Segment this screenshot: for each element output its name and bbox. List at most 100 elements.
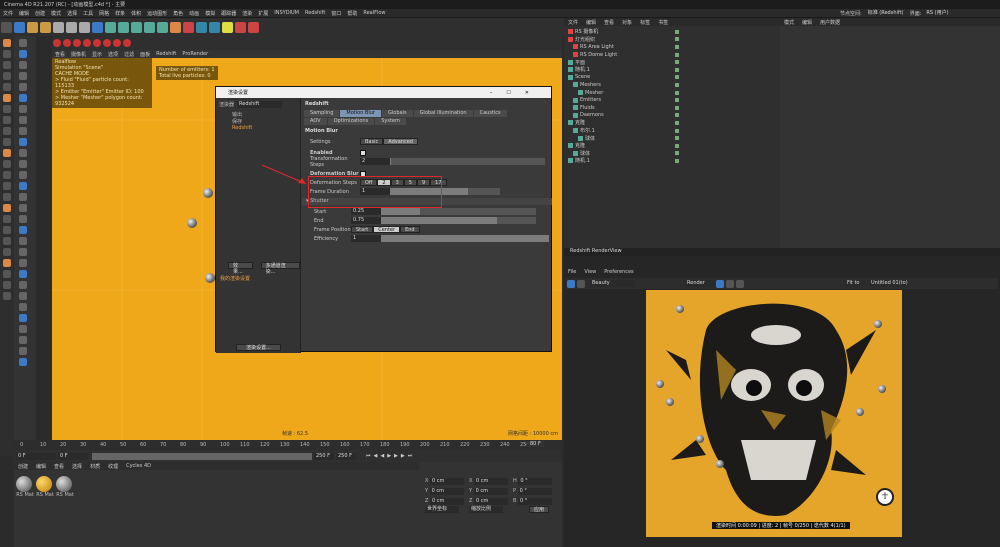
tool-icon[interactable] <box>19 193 27 201</box>
material-menu-item[interactable]: 纹理 <box>108 463 118 470</box>
attribute-menu-item[interactable]: 编辑 <box>802 19 812 26</box>
menu-item[interactable]: 渲染 <box>242 10 252 17</box>
advanced-button[interactable]: Advanced <box>383 138 418 145</box>
visibility-toggle[interactable] <box>675 67 679 72</box>
menu-item[interactable]: RealFlow <box>363 10 385 16</box>
mode-icon[interactable] <box>3 39 11 47</box>
menu-item[interactable]: 创建 <box>35 10 45 17</box>
renderview-menu-item[interactable]: File <box>568 269 576 275</box>
object-row[interactable]: 布尔.1 <box>564 127 780 135</box>
shutter-end-slider[interactable] <box>381 217 536 224</box>
refresh-icon[interactable] <box>577 279 585 288</box>
toolbar-tool-icon[interactable] <box>27 21 38 33</box>
object-row[interactable]: 平面 <box>564 58 780 66</box>
efficiency-slider[interactable] <box>381 235 549 242</box>
toolbar-tool-icon[interactable] <box>196 21 207 33</box>
shutter-end-field[interactable]: 0.75 <box>351 217 381 224</box>
mode-icon[interactable] <box>3 116 11 124</box>
tool-icon[interactable] <box>19 303 27 311</box>
rot-p-field[interactable]: 0 ° <box>517 488 552 495</box>
menu-item[interactable]: 工具 <box>83 10 93 17</box>
pos-z-field[interactable]: 0 cm <box>430 498 465 505</box>
mode-icon[interactable] <box>3 204 11 212</box>
toolbar-tool-icon[interactable] <box>144 21 155 33</box>
mode-icon[interactable] <box>3 182 11 190</box>
preset-item[interactable]: 我的渲染设置 <box>220 275 250 282</box>
mode-icon[interactable] <box>3 270 11 278</box>
frame-position-option[interactable]: Start <box>351 226 374 233</box>
enabled-checkbox[interactable] <box>360 149 366 156</box>
toolbar-tool-icon[interactable] <box>118 21 129 33</box>
object-menu-item[interactable]: 标签 <box>640 19 650 26</box>
start-frame-field[interactable]: 0 F <box>16 452 56 460</box>
mode-icon[interactable] <box>3 50 11 58</box>
material-swatch[interactable]: RS Mat <box>16 476 34 498</box>
object-menu-item[interactable]: 文件 <box>568 19 578 26</box>
rot-h-field[interactable]: 0 ° <box>518 478 553 485</box>
shutter-start-slider[interactable] <box>381 208 536 215</box>
mode-icon[interactable] <box>3 160 11 168</box>
tab-globals[interactable]: Globals <box>382 110 413 117</box>
size-y-field[interactable]: 0 cm <box>473 488 508 495</box>
visibility-toggle[interactable] <box>675 136 679 141</box>
lock-icon[interactable] <box>736 279 744 288</box>
toolbar-tool-icon[interactable] <box>248 21 259 33</box>
mode-icon[interactable] <box>3 138 11 146</box>
toolbar-tool-icon[interactable] <box>235 21 246 33</box>
menu-item[interactable]: 扩展 <box>258 10 268 17</box>
material-menu-item[interactable]: 材质 <box>90 463 100 470</box>
zoom-dropdown[interactable]: Fit to <box>845 280 865 287</box>
viewport-menu-item[interactable]: Redshift <box>156 51 176 57</box>
attribute-menu-item[interactable]: 模式 <box>784 19 794 26</box>
tool-icon[interactable] <box>19 325 27 333</box>
toolbar-tool-icon[interactable] <box>209 21 220 33</box>
menu-item[interactable]: 样条 <box>115 10 125 17</box>
render-tool-icon[interactable] <box>83 39 91 47</box>
size-x-field[interactable]: 0 cm <box>474 478 509 485</box>
tool-icon[interactable] <box>19 149 27 157</box>
tool-icon[interactable] <box>19 39 27 47</box>
shutter-start-field[interactable]: 0.25 <box>351 208 381 215</box>
mode-icon[interactable] <box>3 226 11 234</box>
tool-icon[interactable] <box>19 204 27 212</box>
tool-icon[interactable] <box>19 215 27 223</box>
window-controls[interactable]: –☐✕ <box>490 90 543 96</box>
visibility-toggle[interactable] <box>675 29 679 34</box>
visibility-toggle[interactable] <box>675 158 679 163</box>
mode-icon[interactable] <box>3 127 11 135</box>
viewport-menu-item[interactable]: 过滤 <box>124 51 134 58</box>
tool-icon[interactable] <box>19 270 27 278</box>
material-swatch[interactable]: RS Mat <box>56 476 74 498</box>
menu-item[interactable]: 网格 <box>99 10 109 17</box>
mode-icon[interactable] <box>3 72 11 80</box>
mode-icon[interactable] <box>3 105 11 113</box>
visibility-toggle[interactable] <box>675 44 679 49</box>
preview-range-slider[interactable] <box>92 452 312 460</box>
efficiency-field[interactable]: 1 <box>351 235 381 242</box>
tab-sampling[interactable]: Sampling <box>304 110 340 117</box>
toolbar-tool-icon[interactable] <box>1 21 12 33</box>
frame-position-option[interactable]: Center <box>373 226 401 233</box>
material-menu-item[interactable]: 查看 <box>54 463 64 470</box>
size-mode-dropdown[interactable]: 缩放比例 <box>469 506 503 513</box>
visibility-toggle[interactable] <box>675 98 679 103</box>
timeline-ruler[interactable]: 0 10 20 30 40 50 60 70 80 90 100 110 120 130 140 150 160… <box>14 440 562 450</box>
menu-item[interactable]: 窗口 <box>331 10 341 17</box>
material-swatch[interactable]: RS Mat <box>36 476 54 498</box>
viewport-menu-item[interactable]: 面板 <box>140 51 150 58</box>
mode-icon[interactable] <box>3 237 11 245</box>
viewport-menu-item[interactable]: 摄像机 <box>71 51 86 58</box>
object-row[interactable]: RS 摄像机 <box>564 28 780 36</box>
tool-icon[interactable] <box>19 105 27 113</box>
mode-icon[interactable] <box>3 61 11 69</box>
viewport-menu-item[interactable]: 显示 <box>92 51 102 58</box>
object-menu-item[interactable]: 书签 <box>658 19 668 26</box>
object-row[interactable]: Daemons <box>564 112 780 120</box>
object-row[interactable]: 随机.1 <box>564 66 780 74</box>
visibility-toggle[interactable] <box>675 143 679 148</box>
tool-icon[interactable] <box>19 160 27 168</box>
object-menu-item[interactable]: 编辑 <box>586 19 596 26</box>
visibility-toggle[interactable] <box>675 90 679 95</box>
render-tool-icon[interactable] <box>63 39 71 47</box>
mode-icon[interactable] <box>3 83 11 91</box>
